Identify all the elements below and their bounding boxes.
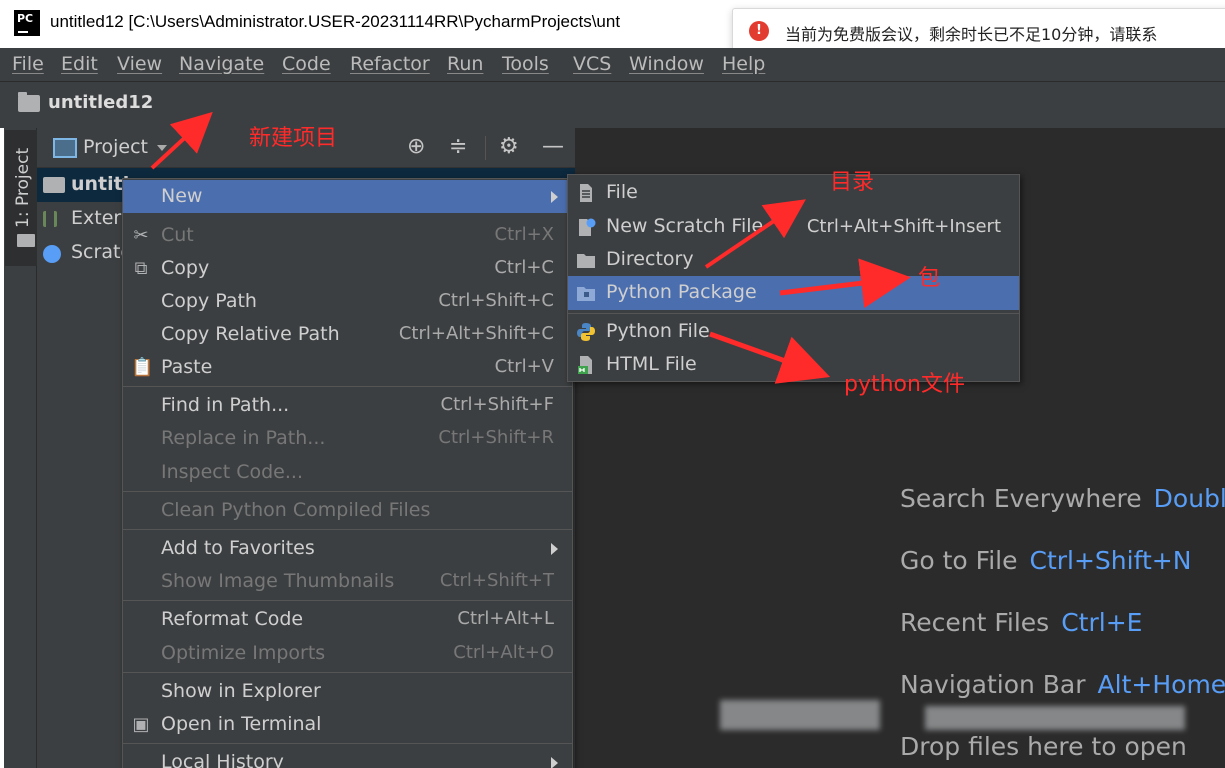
menu-refactor[interactable]: Refactor xyxy=(350,53,430,75)
warning-icon: ! xyxy=(749,21,769,41)
menu-item-open-in-terminal[interactable]: ▣ Open in Terminal xyxy=(123,708,572,741)
chevron-right-icon xyxy=(551,191,558,203)
gear-icon[interactable]: ⚙ xyxy=(499,134,519,159)
library-icon xyxy=(43,211,57,227)
menu-tools[interactable]: Tools xyxy=(502,53,549,75)
menu-edit[interactable]: Edit xyxy=(61,53,98,75)
window-title: untitled12 [C:\Users\Administrator.USER-… xyxy=(50,12,621,31)
menu-item-copy[interactable]: ⧉ Copy Ctrl+C xyxy=(123,252,572,285)
submenu-item-python-file[interactable]: Python File xyxy=(568,315,1019,349)
menu-item-reformat-code[interactable]: Reformat Code Ctrl+Alt+L xyxy=(123,603,572,636)
menu-navigate[interactable]: Navigate xyxy=(179,53,264,75)
new-submenu: File New Scratch File Ctrl+Alt+Shift+Ins… xyxy=(567,174,1020,382)
cut-icon: ✂ xyxy=(133,225,149,246)
menu-item-find-in-path[interactable]: Find in Path... Ctrl+Shift+F xyxy=(123,389,572,422)
hint-drop-files: Drop files here to open xyxy=(900,732,1187,761)
blurred-watermark xyxy=(925,706,1185,730)
menu-view[interactable]: View xyxy=(117,53,162,75)
menu-item-local-history[interactable]: Local History xyxy=(123,746,572,768)
menu-item-clean-python-compiled[interactable]: Clean Python Compiled Files xyxy=(123,494,572,527)
meeting-notification[interactable]: ! 当前为免费版会议，剩余时长已不足10分钟，请联系 xyxy=(732,8,1225,52)
pycharm-logo-icon: PC xyxy=(14,10,40,36)
copy-icon: ⧉ xyxy=(134,258,148,279)
chevron-down-icon[interactable] xyxy=(157,145,167,151)
submenu-item-new-scratch-file[interactable]: New Scratch File Ctrl+Alt+Shift+Insert xyxy=(568,210,1019,244)
scratches-icon xyxy=(43,245,61,263)
menu-bar: File Edit View Navigate Code Refactor Ru… xyxy=(0,48,1225,82)
folder-icon xyxy=(17,234,35,247)
menu-run[interactable]: Run xyxy=(447,53,483,75)
html-file-icon xyxy=(578,356,592,374)
annotation-new-project: 新建项目 xyxy=(249,126,338,151)
python-icon xyxy=(577,323,595,341)
menu-item-show-image-thumbnails[interactable]: Show Image Thumbnails Ctrl+Shift+T xyxy=(123,565,572,598)
package-folder-icon xyxy=(577,287,595,301)
tab-project-label: 1: Project xyxy=(13,147,33,228)
notification-message: 当前为免费版会议，剩余时长已不足10分钟，请联系 xyxy=(785,25,1158,44)
folder-icon xyxy=(18,92,40,112)
annotation-package: 包 xyxy=(918,266,941,291)
collapse-all-icon[interactable]: ≑ xyxy=(449,134,467,159)
hide-icon[interactable]: — xyxy=(542,134,564,159)
submenu-item-python-package[interactable]: Python Package xyxy=(568,276,1019,310)
annotation-python-file: python文件 xyxy=(844,372,965,397)
menu-item-copy-path[interactable]: Copy Path Ctrl+Shift+C xyxy=(123,285,572,318)
navigation-bar: untitled12 xyxy=(0,82,1225,128)
chevron-right-icon xyxy=(551,543,558,555)
submenu-item-file[interactable]: File xyxy=(568,176,1019,210)
hint-recent-files: Recent Files Ctrl+E xyxy=(900,608,1143,637)
annotation-directory: 目录 xyxy=(830,170,875,195)
scratch-file-icon xyxy=(579,218,596,236)
blurred-watermark xyxy=(720,700,880,730)
hint-navigation-bar: Navigation Bar Alt+Home xyxy=(900,670,1225,699)
folder-icon xyxy=(43,177,65,193)
menu-vcs[interactable]: VCS xyxy=(573,53,611,75)
menu-item-new[interactable]: New xyxy=(123,180,572,213)
hint-search-everywhere: Search EverywhereDouble xyxy=(900,484,1225,513)
menu-item-optimize-imports[interactable]: Optimize Imports Ctrl+Alt+O xyxy=(123,637,572,670)
paste-icon: 📋 xyxy=(131,357,154,378)
menu-item-add-to-favorites[interactable]: Add to Favorites xyxy=(123,532,572,565)
context-menu: New ✂ Cut Ctrl+X ⧉ Copy Ctrl+C Copy Path… xyxy=(122,178,573,768)
menu-item-cut[interactable]: ✂ Cut Ctrl+X xyxy=(123,219,572,252)
chevron-right-icon xyxy=(551,757,558,768)
locate-icon[interactable]: ⊕ xyxy=(407,134,425,159)
file-icon xyxy=(580,184,592,202)
menu-file[interactable]: File xyxy=(12,53,44,75)
submenu-item-directory[interactable]: Directory xyxy=(568,243,1019,277)
menu-item-replace-in-path[interactable]: Replace in Path... Ctrl+Shift+R xyxy=(123,422,572,455)
menu-item-copy-relative-path[interactable]: Copy Relative Path Ctrl+Alt+Shift+C xyxy=(123,318,572,351)
tool-window-stripe: 1: Project xyxy=(0,128,37,768)
menu-code[interactable]: Code xyxy=(282,53,331,75)
hint-go-to-file: Go to File Ctrl+Shift+N xyxy=(900,546,1192,575)
project-view-icon xyxy=(53,138,77,158)
menu-item-paste[interactable]: 📋 Paste Ctrl+V xyxy=(123,351,572,384)
folder-icon xyxy=(577,254,595,268)
menu-help[interactable]: Help xyxy=(722,53,765,75)
project-view-selector[interactable]: Project xyxy=(83,136,148,158)
menu-item-show-in-explorer[interactable]: Show in Explorer xyxy=(123,675,572,708)
menu-item-inspect-code[interactable]: Inspect Code... xyxy=(123,456,572,489)
menu-window[interactable]: Window xyxy=(629,53,704,75)
tab-project[interactable]: 1: Project xyxy=(5,130,37,266)
terminal-icon: ▣ xyxy=(132,714,150,735)
breadcrumb-project[interactable]: untitled12 xyxy=(48,92,153,113)
